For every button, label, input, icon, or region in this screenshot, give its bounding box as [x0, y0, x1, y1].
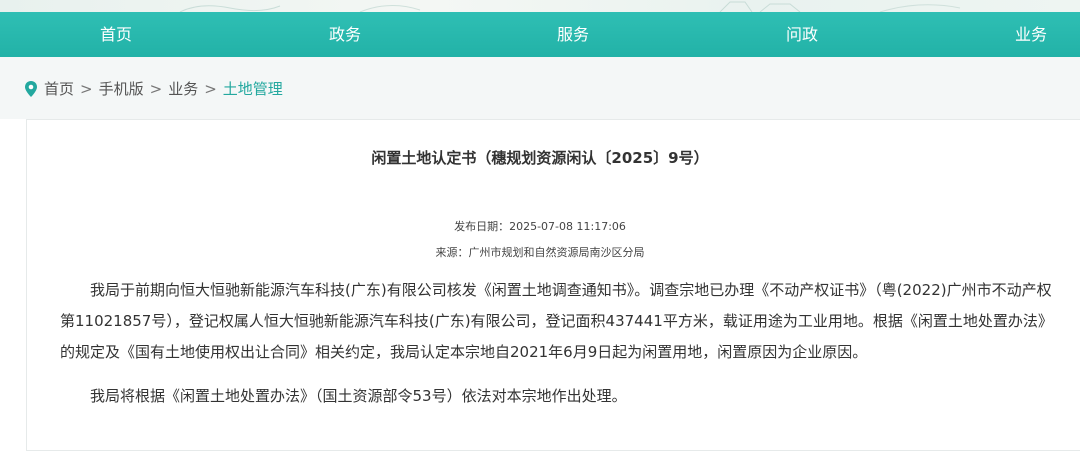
- breadcrumb-separator: >: [80, 80, 93, 98]
- main-nav: 首页 政务 服务 问政 业务: [0, 12, 1080, 57]
- nav-item-inquiry[interactable]: 问政: [786, 12, 818, 57]
- publish-date: 发布日期：2025-07-08 11:17:06: [454, 220, 626, 233]
- breadcrumb: 首页 > 手机版 > 业务 > 土地管理: [24, 79, 283, 99]
- breadcrumb-home[interactable]: 首页: [44, 79, 74, 99]
- paragraph-1-line-3: 的规定及《国有土地使用权出让合同》相关约定，我局认定本宗地自2021年6月9日起…: [60, 343, 868, 361]
- breadcrumb-land-management[interactable]: 土地管理: [223, 79, 283, 99]
- nav-item-government[interactable]: 政务: [329, 12, 361, 57]
- paragraph-2: 我局将根据《闲置土地处置办法》（国土资源部令53号）依法对本宗地作出处理。: [90, 387, 627, 405]
- banner-decoration: [179, 1, 961, 12]
- breadcrumb-bar: 首页 > 手机版 > 业务 > 土地管理: [0, 57, 1080, 119]
- paragraph-1-line-2: 第11021857号），登记权属人恒大恒驰新能源汽车科技(广东)有限公司，登记面…: [60, 312, 1053, 330]
- article-title: 闲置土地认定书（穗规划资源闲认〔2025〕9号）: [371, 149, 709, 167]
- header-banner-strip: [0, 0, 1080, 12]
- paragraph-1-line-1: 我局于前期向恒大恒驰新能源汽车科技(广东)有限公司核发《闲置土地调查通知书》。调…: [90, 281, 1052, 299]
- nav-item-services[interactable]: 服务: [557, 12, 589, 57]
- nav-item-business[interactable]: 业务: [1015, 12, 1047, 57]
- breadcrumb-business[interactable]: 业务: [168, 79, 198, 99]
- breadcrumb-mobile[interactable]: 手机版: [99, 79, 144, 99]
- nav-item-home[interactable]: 首页: [100, 12, 132, 57]
- location-pin-icon: [25, 81, 37, 97]
- article-source: 来源：广州市规划和自然资源局南沙区分局: [435, 246, 645, 259]
- breadcrumb-separator: >: [149, 80, 163, 98]
- breadcrumb-separator: >: [204, 80, 217, 98]
